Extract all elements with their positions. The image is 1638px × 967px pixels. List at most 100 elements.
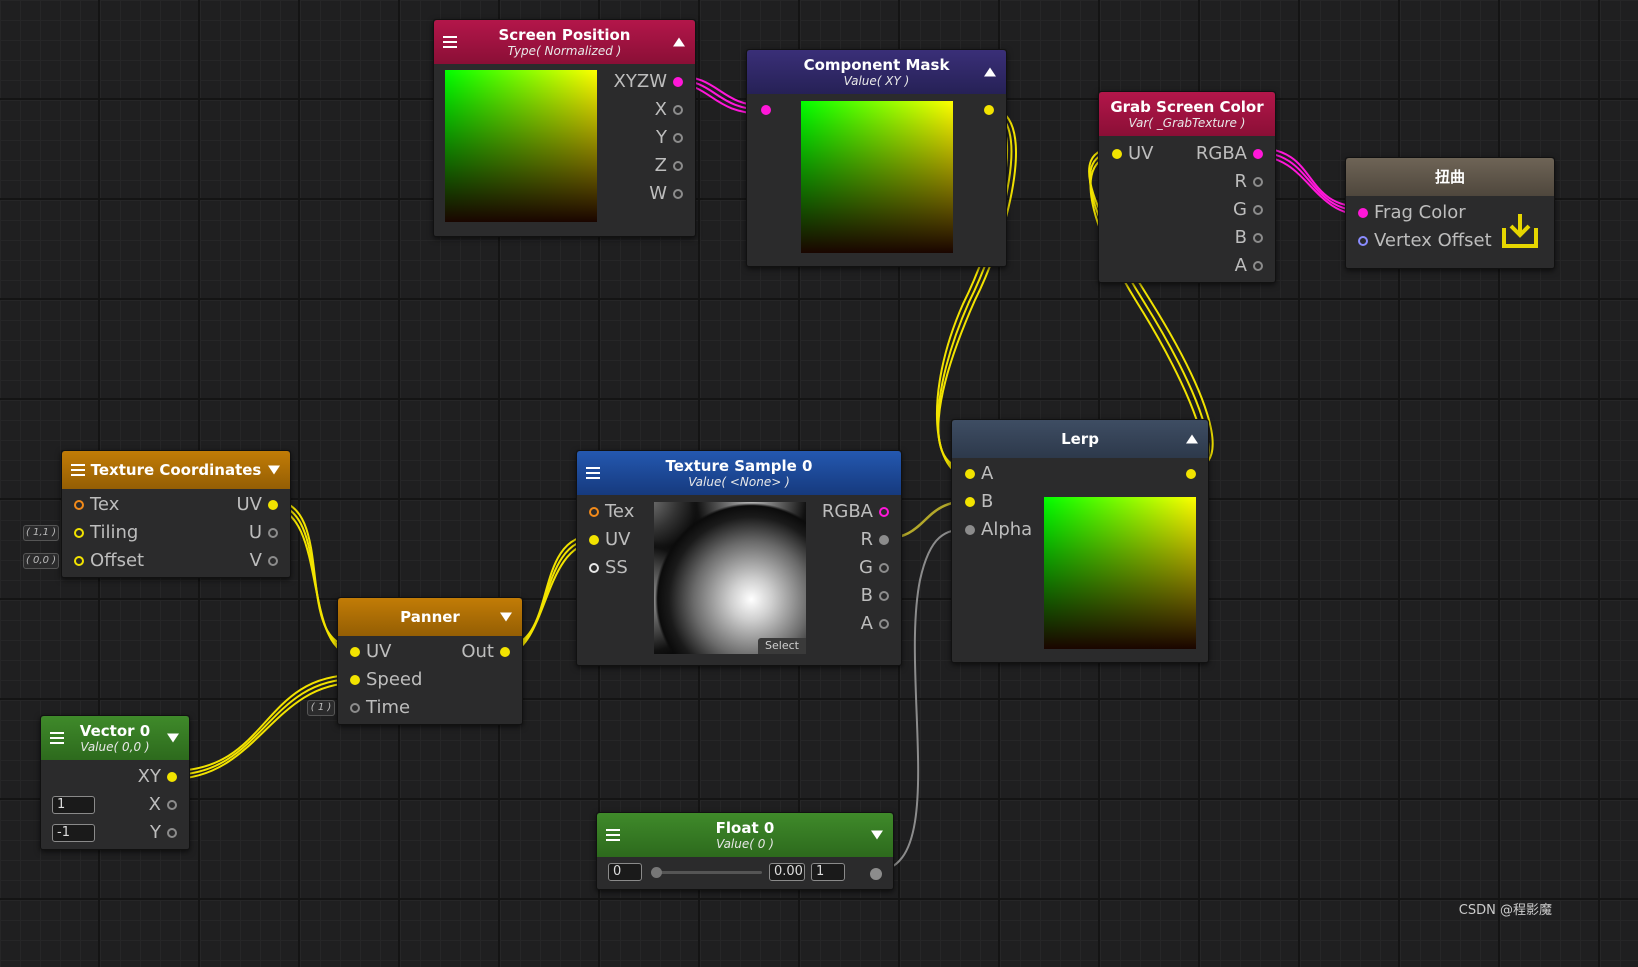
output-port-g[interactable]: G xyxy=(859,558,889,578)
node-header[interactable]: Grab Screen Color Var( _GrabTexture ) xyxy=(1099,92,1275,136)
float-slider[interactable] xyxy=(651,867,762,878)
menu-icon[interactable] xyxy=(586,467,600,479)
output-port-r[interactable]: R xyxy=(1234,172,1263,192)
port-socket-icon[interactable] xyxy=(74,556,84,566)
input-port-time[interactable]: Time xyxy=(350,698,410,718)
menu-icon[interactable] xyxy=(443,36,457,48)
select-texture-button[interactable]: Select xyxy=(758,638,806,654)
expand-down-icon[interactable] xyxy=(500,612,512,622)
port-socket-icon[interactable] xyxy=(268,528,278,538)
port-socket-icon[interactable] xyxy=(879,535,889,545)
tiling-default-value[interactable]: ( 1,1 ) xyxy=(23,525,59,541)
port-socket-icon[interactable] xyxy=(1253,233,1263,243)
port-socket-icon[interactable] xyxy=(965,497,975,507)
port-socket-icon[interactable] xyxy=(589,507,599,517)
output-port-y[interactable]: Y xyxy=(656,128,683,148)
output-port-b[interactable]: B xyxy=(1235,228,1263,248)
y-value-field[interactable]: -1 xyxy=(52,824,95,842)
port-socket-icon[interactable] xyxy=(1358,208,1368,218)
port-socket-icon[interactable] xyxy=(1253,205,1263,215)
input-port-uv[interactable]: UV xyxy=(1112,144,1154,164)
input-port-offset[interactable]: Offset xyxy=(74,551,144,571)
output-port-x[interactable]: X xyxy=(149,795,177,815)
output-port-b[interactable]: B xyxy=(861,586,889,606)
port-socket-icon[interactable] xyxy=(589,535,599,545)
output-port-v[interactable]: V xyxy=(250,551,278,571)
port-socket-icon[interactable] xyxy=(74,528,84,538)
port-socket-icon[interactable] xyxy=(74,500,84,510)
port-socket-icon[interactable] xyxy=(673,105,683,115)
float-value-field[interactable]: 0.00 xyxy=(769,863,805,881)
node-texture-sample[interactable]: Texture Sample 0 Value( <None> ) Tex UV … xyxy=(576,450,902,666)
input-port-uv[interactable]: UV xyxy=(350,642,392,662)
port-socket-icon[interactable] xyxy=(673,189,683,199)
node-texture-coordinates[interactable]: Texture Coordinates Tex Tiling Offset UV… xyxy=(61,450,291,578)
menu-icon[interactable] xyxy=(50,732,64,744)
output-port-socket-icon[interactable] xyxy=(870,868,882,880)
port-socket-icon[interactable] xyxy=(350,647,360,657)
output-port-y[interactable]: Y xyxy=(150,823,177,843)
port-socket-icon[interactable] xyxy=(268,556,278,566)
output-port-g[interactable]: G xyxy=(1233,200,1263,220)
float-max-field[interactable]: 1 xyxy=(811,863,845,881)
node-float0[interactable]: Float 0 Value( 0 ) 0 0.00 1 xyxy=(596,812,894,890)
expand-down-icon[interactable] xyxy=(167,733,179,743)
output-port-z[interactable]: Z xyxy=(655,156,683,176)
expand-down-icon[interactable] xyxy=(871,830,883,840)
offset-default-value[interactable]: ( 0,0 ) xyxy=(23,553,59,569)
input-port-b[interactable]: B xyxy=(965,492,993,512)
output-port-socket-icon[interactable] xyxy=(1186,469,1196,479)
port-socket-icon[interactable] xyxy=(1112,149,1122,159)
port-socket-icon[interactable] xyxy=(350,675,360,685)
output-port-x[interactable]: X xyxy=(655,100,683,120)
node-screen-position[interactable]: Screen Position Type( Normalized ) XYZW … xyxy=(433,19,696,237)
collapse-up-icon[interactable] xyxy=(673,37,685,47)
node-output[interactable]: 扭曲 Frag Color Vertex Offset xyxy=(1345,157,1555,269)
port-socket-icon[interactable] xyxy=(879,619,889,629)
input-port-tex[interactable]: Tex xyxy=(589,502,634,522)
node-header[interactable]: Texture Sample 0 Value( <None> ) xyxy=(577,451,901,495)
float-min-field[interactable]: 0 xyxy=(608,863,642,881)
menu-icon[interactable] xyxy=(606,829,620,841)
port-socket-icon[interactable] xyxy=(879,591,889,601)
input-port-uv[interactable]: UV xyxy=(589,530,631,550)
port-socket-icon[interactable] xyxy=(500,647,510,657)
port-socket-icon[interactable] xyxy=(589,563,599,573)
expand-down-icon[interactable] xyxy=(268,465,280,475)
port-socket-icon[interactable] xyxy=(350,703,360,713)
port-socket-icon[interactable] xyxy=(879,563,889,573)
output-port-out[interactable]: Out xyxy=(461,642,510,662)
node-header[interactable]: Component Mask Value( XY ) xyxy=(747,50,1006,94)
input-port-tex[interactable]: Tex xyxy=(74,495,119,515)
node-header[interactable]: Texture Coordinates xyxy=(62,451,290,489)
node-header[interactable]: Panner xyxy=(338,598,522,636)
port-socket-icon[interactable] xyxy=(965,525,975,535)
collapse-up-icon[interactable] xyxy=(1186,434,1198,444)
output-port-u[interactable]: U xyxy=(249,523,278,543)
output-port-rgba[interactable]: RGBA xyxy=(822,502,889,522)
output-port-a[interactable]: A xyxy=(1235,256,1263,276)
port-socket-icon[interactable] xyxy=(1253,261,1263,271)
port-socket-icon[interactable] xyxy=(167,828,177,838)
output-port-socket-icon[interactable] xyxy=(984,105,994,115)
input-port-socket-icon[interactable] xyxy=(761,105,771,115)
node-header[interactable]: Vector 0 Value( 0,0 ) xyxy=(41,716,189,760)
input-port-a[interactable]: A xyxy=(965,464,993,484)
output-port-rgba[interactable]: RGBA xyxy=(1196,144,1263,164)
menu-icon[interactable] xyxy=(71,464,85,476)
port-socket-icon[interactable] xyxy=(167,800,177,810)
port-socket-icon[interactable] xyxy=(167,772,177,782)
input-port-tiling[interactable]: Tiling xyxy=(74,523,138,543)
input-port-vertex-offset[interactable]: Vertex Offset xyxy=(1358,231,1492,251)
node-header[interactable]: Screen Position Type( Normalized ) xyxy=(434,20,695,64)
input-port-frag-color[interactable]: Frag Color xyxy=(1358,203,1466,223)
time-default-value[interactable]: ( 1 ) xyxy=(307,700,335,716)
port-socket-icon[interactable] xyxy=(1358,236,1368,246)
input-port-alpha[interactable]: Alpha xyxy=(965,520,1032,540)
port-socket-icon[interactable] xyxy=(1253,149,1263,159)
port-socket-icon[interactable] xyxy=(879,507,889,517)
node-header[interactable]: 扭曲 xyxy=(1346,158,1554,196)
collapse-up-icon[interactable] xyxy=(984,67,996,77)
node-vector0[interactable]: Vector 0 Value( 0,0 ) XY 1 X -1 Y xyxy=(40,715,190,850)
port-socket-icon[interactable] xyxy=(673,133,683,143)
